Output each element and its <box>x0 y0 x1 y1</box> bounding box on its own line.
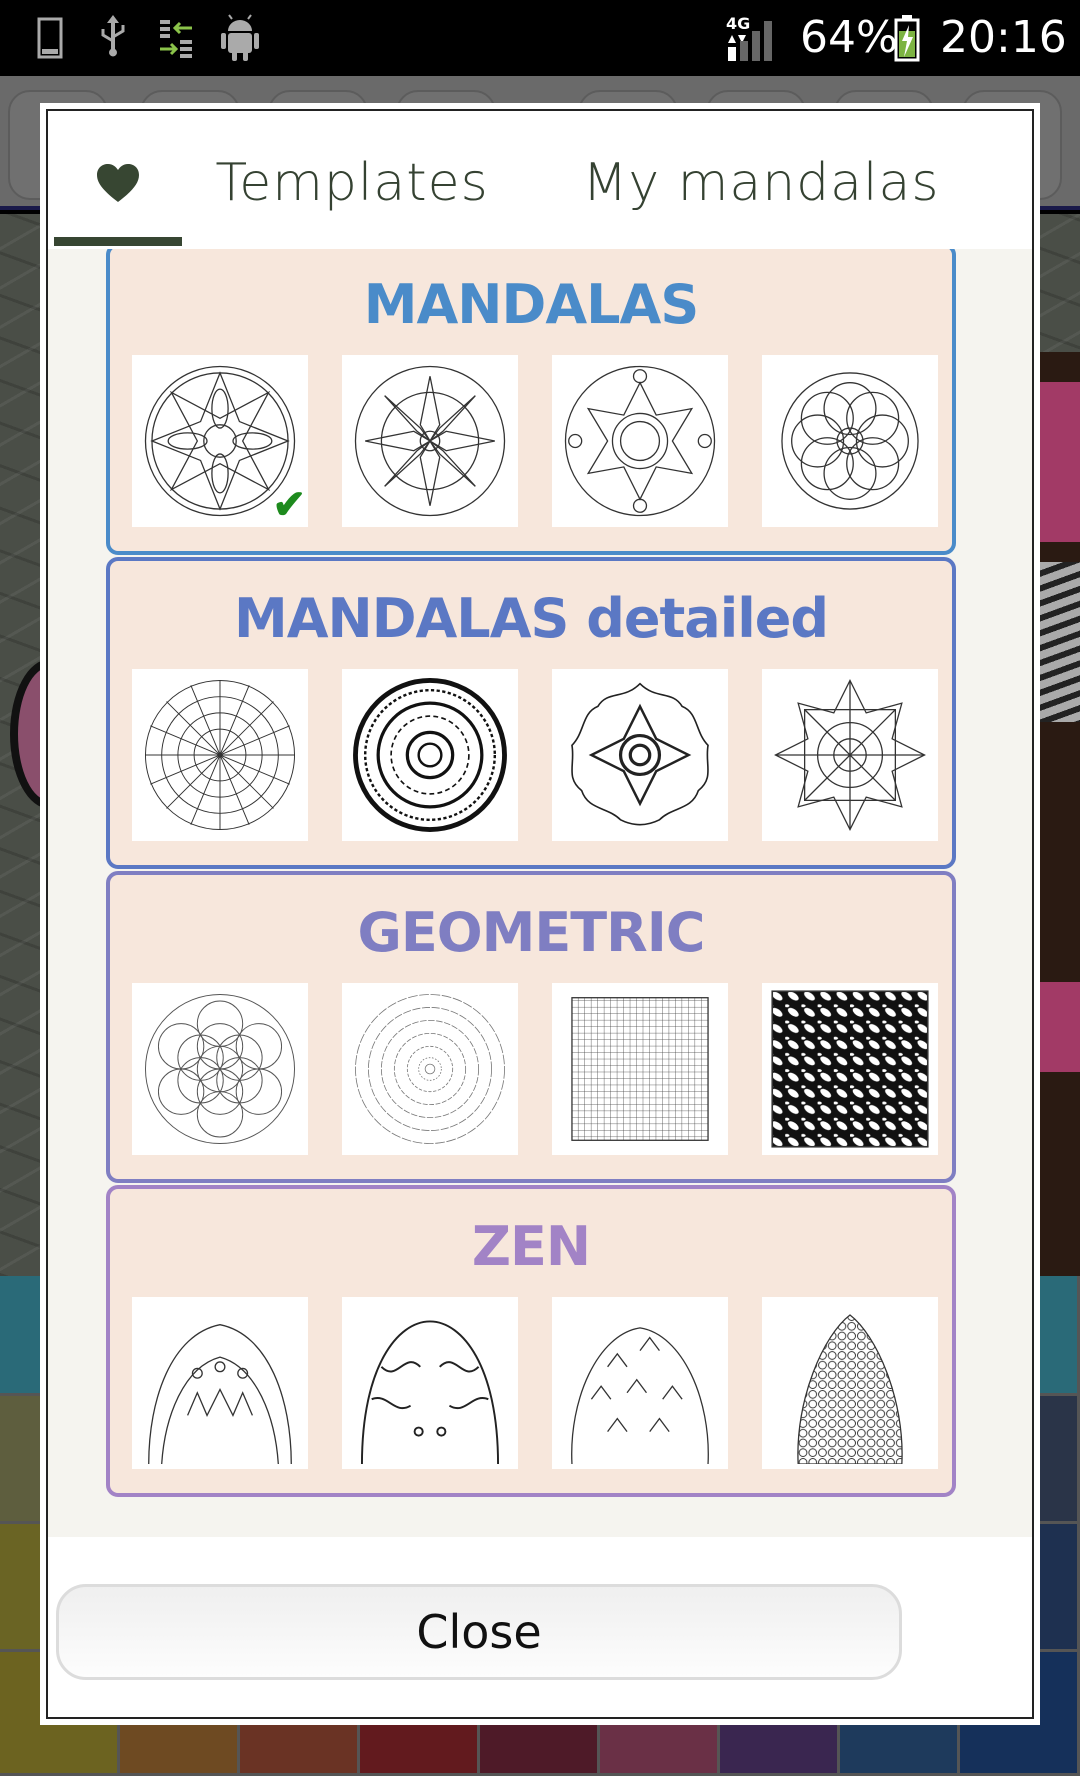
template-thumbnail[interactable] <box>342 1297 518 1469</box>
template-thumbnail[interactable]: ✔ <box>132 355 308 527</box>
template-thumbnail[interactable] <box>762 355 938 527</box>
battery-percent: 64% <box>800 12 898 63</box>
template-thumbnail[interactable] <box>342 983 518 1155</box>
phone-outline-icon <box>36 12 66 64</box>
category-mandalas-detailed: MANDALAS detailed <box>106 557 956 869</box>
category-mandalas: MANDALAS ✔ <box>106 249 956 555</box>
sync-arrows-icon <box>158 12 194 64</box>
template-thumbnail[interactable] <box>552 355 728 527</box>
signal-4g-icon: 4G <box>724 12 786 64</box>
mandala-image <box>144 679 296 831</box>
background-artwork <box>1040 352 1080 1414</box>
mandala-image <box>564 365 716 517</box>
template-thumbnail[interactable] <box>552 983 728 1155</box>
template-thumbnail[interactable] <box>132 983 308 1155</box>
status-bar: 4G 64% 20:16 <box>0 0 1080 76</box>
template-picker-dialog: Templates My mandalas MANDALAS ✔ MANDALA… <box>40 103 1040 1725</box>
template-thumbnail[interactable] <box>552 669 728 841</box>
mandala-image <box>353 678 507 832</box>
battery-charging-icon <box>892 12 922 64</box>
circle-pattern-image <box>355 994 505 1144</box>
category-title: MANDALAS <box>363 273 699 336</box>
usb-icon <box>98 12 128 64</box>
screen: 4G 64% 20:16 Templates My mandalas MANDA… <box>0 0 1080 1776</box>
clock: 20:16 <box>940 12 1067 63</box>
tab-favorites[interactable] <box>54 111 182 255</box>
selected-tab-indicator <box>54 237 182 246</box>
selected-check-icon: ✔ <box>272 483 306 527</box>
template-thumbnail[interactable] <box>342 355 518 527</box>
flower-of-life-image <box>144 993 296 1145</box>
template-thumbnail[interactable] <box>132 669 308 841</box>
mandala-image <box>571 682 709 826</box>
mandala-image <box>781 372 919 510</box>
leaf-pattern-image <box>771 990 929 1148</box>
zen-image <box>148 1324 292 1464</box>
template-thumbnail[interactable] <box>762 983 938 1155</box>
template-thumbnail[interactable] <box>762 669 938 841</box>
grid-pattern-image <box>571 997 709 1141</box>
category-list[interactable]: MANDALAS ✔ MANDALAS detailed GEOMETRIC Z… <box>48 249 1032 1537</box>
mandala-image <box>774 679 926 831</box>
heart-icon <box>97 164 139 202</box>
template-thumbnail[interactable] <box>762 1297 938 1469</box>
category-title: ZEN <box>471 1215 591 1278</box>
category-title: GEOMETRIC <box>357 901 706 964</box>
template-thumbnail[interactable] <box>342 669 518 841</box>
tab-templates[interactable]: Templates <box>182 111 522 255</box>
mandala-image <box>354 365 506 517</box>
zen-image <box>571 1327 709 1464</box>
template-thumbnail[interactable] <box>132 1297 308 1469</box>
android-icon <box>218 12 262 64</box>
category-title: MANDALAS detailed <box>233 587 829 650</box>
category-zen: ZEN <box>106 1185 956 1497</box>
tab-my-mandalas[interactable]: My mandalas <box>522 111 1000 255</box>
zen-image <box>797 1314 903 1464</box>
dialog-footer: Close <box>48 1537 1032 1717</box>
network-label: 4G <box>726 14 750 33</box>
template-thumbnail[interactable] <box>552 1297 728 1469</box>
close-button[interactable]: Close <box>56 1584 902 1680</box>
zen-image <box>360 1320 500 1464</box>
tab-bar: Templates My mandalas <box>48 111 1032 255</box>
category-geometric: GEOMETRIC <box>106 871 956 1183</box>
